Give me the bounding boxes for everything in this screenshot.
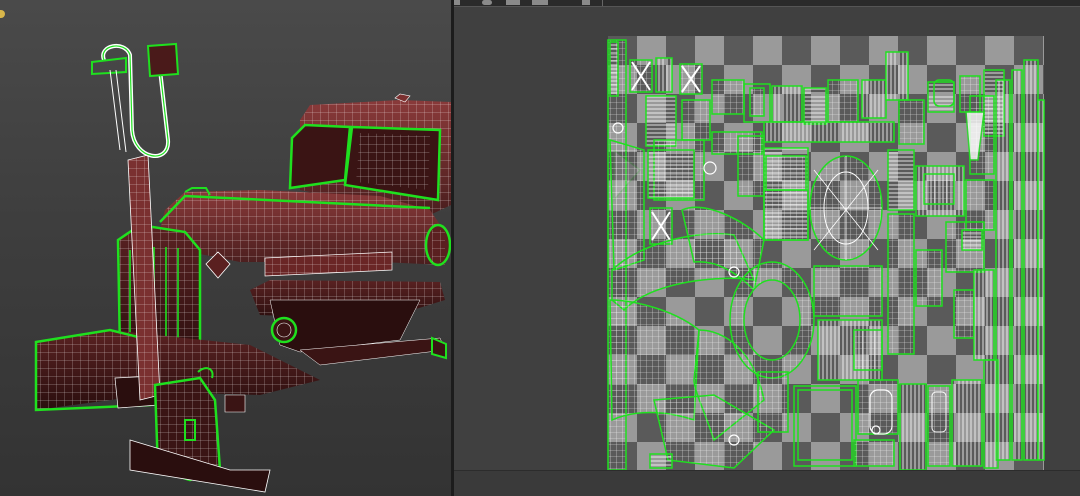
uv-editor-toolbar: [454, 0, 1080, 7]
circle-icon[interactable]: [482, 0, 492, 5]
uv-editor-panel[interactable]: [454, 0, 1080, 496]
truck-wireframe-model[interactable]: [0, 0, 451, 496]
perspective-viewport[interactable]: [0, 0, 451, 496]
grid-icon[interactable]: [506, 0, 520, 5]
texture-icon[interactable]: [532, 0, 548, 5]
arrow-icon[interactable]: [454, 0, 460, 5]
dropdown-icon[interactable]: [582, 0, 590, 5]
toolbar-separator: [602, 0, 603, 6]
uv-layout-canvas[interactable]: [454, 0, 1080, 496]
uv-editor-statusbar: [454, 470, 1080, 496]
bumper-mesh[interactable]: [250, 280, 447, 366]
